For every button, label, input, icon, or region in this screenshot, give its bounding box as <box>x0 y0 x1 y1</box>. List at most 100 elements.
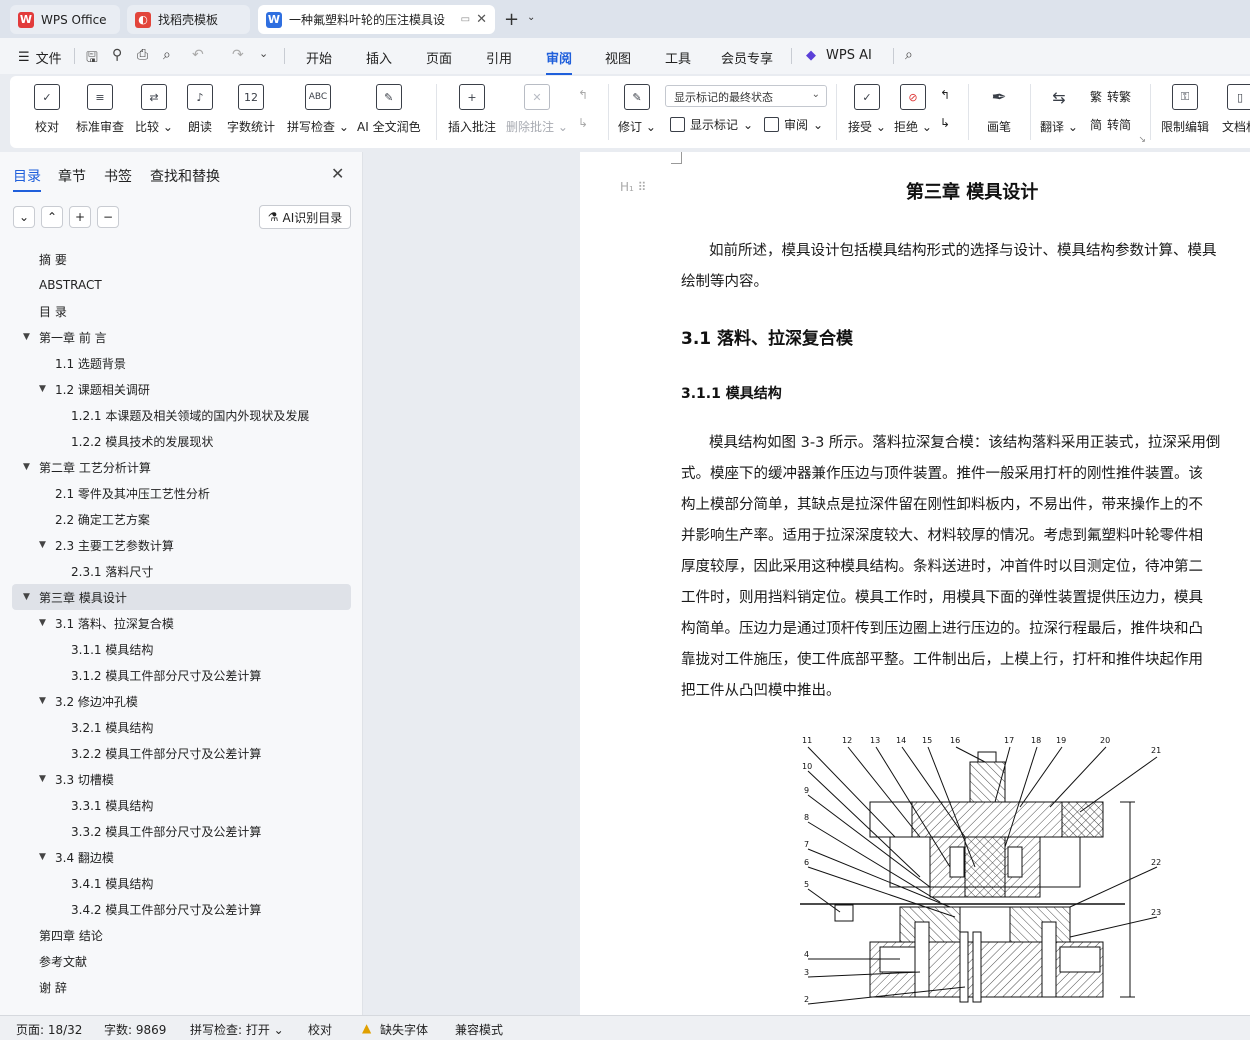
expand-toggle-icon[interactable]: ▼ <box>39 618 46 628</box>
undo-icon[interactable]: ↶ <box>192 47 204 63</box>
expand-all-button[interactable]: ⌄ <box>13 206 35 228</box>
toc-item[interactable]: ▼ 3.4 翻边模 <box>12 844 351 870</box>
toc-item[interactable]: 3.3.1 模具结构 <box>12 792 351 818</box>
expand-toggle-icon[interactable]: ▼ <box>39 540 46 550</box>
toc-item[interactable]: 2.3.1 落料尺寸 <box>12 558 351 584</box>
toc-item[interactable]: ▼ 1.2 课题相关调研 <box>12 376 351 402</box>
expand-toggle-icon[interactable]: ▼ <box>23 592 30 602</box>
page-indicator[interactable]: 页面: 18/32 <box>16 1021 82 1038</box>
toc-item[interactable]: ▼ 3.3 切槽模 <box>12 766 351 792</box>
toc-item[interactable]: 摘 要 <box>12 246 351 272</box>
translate-button[interactable]: ⇆ 翻译 ⌄ <box>1040 84 1078 135</box>
review-pane-button[interactable]: 审阅 ⌄ <box>764 116 823 133</box>
toc-item[interactable]: ▼ 3.2 修边冲孔模 <box>12 688 351 714</box>
tab-member[interactable]: 会员专享 <box>721 48 773 67</box>
prev-change-icon[interactable]: ↰ <box>940 88 950 102</box>
add-heading-button[interactable]: + <box>69 206 91 228</box>
prev-comment-icon[interactable]: ↰ <box>578 88 588 102</box>
document-page[interactable]: H₁ ⠿ 第三章 模具设计 如前所述，模具设计包括模具结构形式的选择与设计、模具… <box>580 152 1250 1015</box>
expand-toggle-icon[interactable]: ▼ <box>23 462 30 472</box>
collapse-all-button[interactable]: ⌃ <box>41 206 63 228</box>
toc-item[interactable]: 2.1 零件及其冲压工艺性分析 <box>12 480 351 506</box>
tab-view[interactable]: 视图 <box>605 48 631 67</box>
to-traditional-button[interactable]: 繁 转繁 <box>1090 88 1131 105</box>
toc-item[interactable]: 参考文献 <box>12 948 351 974</box>
chevron-down-icon[interactable]: ⌄ <box>259 47 268 60</box>
toc-item[interactable]: 3.4.2 模具工件部分尺寸及公差计算 <box>12 896 351 922</box>
expand-toggle-icon[interactable]: ▼ <box>39 774 46 784</box>
tab-document[interactable]: W 一种氟塑料叶轮的压注模具设 ▭ ✕ <box>258 5 495 34</box>
tab-home[interactable]: 开始 <box>306 48 332 67</box>
redo-icon[interactable]: ↷ <box>232 47 244 63</box>
proofread-indicator[interactable]: 校对 <box>308 1021 332 1038</box>
toc-item[interactable]: ▼ 第一章 前 言 <box>12 324 351 350</box>
heading-handle-icon[interactable]: H₁ ⠿ <box>620 180 646 194</box>
print-icon[interactable]: ⎙ <box>137 47 148 63</box>
new-tab-icon[interactable]: + <box>504 9 519 30</box>
expand-toggle-icon[interactable]: ▼ <box>39 696 46 706</box>
print-preview-icon[interactable]: ⌕ <box>163 47 171 63</box>
expand-corner-icon[interactable]: ↘ <box>1138 135 1146 145</box>
close-tab-icon[interactable]: ✕ <box>476 12 487 27</box>
show-markup-button[interactable]: 显示标记 ⌄ <box>670 116 753 133</box>
search-icon[interactable]: ⌕ <box>905 47 913 63</box>
ai-recognize-toc-button[interactable]: ⚗ AI识别目录 <box>259 205 351 229</box>
tab-page[interactable]: 页面 <box>426 48 452 67</box>
next-comment-icon[interactable]: ↳ <box>578 116 588 130</box>
close-icon[interactable]: ✕ <box>331 164 344 183</box>
toc-item[interactable]: ▼ 2.3 主要工艺参数计算 <box>12 532 351 558</box>
doc-permission-button[interactable]: ▯ 文档权 <box>1222 84 1250 135</box>
nav-tab-bookmarks[interactable]: 书签 <box>104 166 132 186</box>
spell-check-indicator[interactable]: 拼写检查: 打开 ⌄ <box>190 1021 284 1038</box>
tab-review[interactable]: 审阅 <box>546 48 573 75</box>
toc-item[interactable]: 第四章 结论 <box>12 922 351 948</box>
toc-item[interactable]: 3.4.1 模具结构 <box>12 870 351 896</box>
monitor-icon[interactable]: ▭ <box>461 14 470 25</box>
word-count-indicator[interactable]: 字数: 9869 <box>104 1021 166 1038</box>
link-icon[interactable]: ⚲ <box>112 47 122 63</box>
toc-item[interactable]: 谢 辞 <box>12 974 351 1000</box>
toc-item[interactable]: 2.2 确定工艺方案 <box>12 506 351 532</box>
to-simplified-button[interactable]: 简 转简 <box>1090 116 1131 133</box>
toc-item[interactable]: 3.2.2 模具工件部分尺寸及公差计算 <box>12 740 351 766</box>
nav-tab-toc[interactable]: 目录 <box>13 166 41 192</box>
delete-comment-button[interactable]: ✕ 删除批注 ⌄ <box>506 84 568 135</box>
ink-button[interactable]: ✒ 画笔 <box>986 84 1012 135</box>
toc-item[interactable]: ▼ 第三章 模具设计 <box>12 584 351 610</box>
restrict-edit-button[interactable]: ⚿ 限制编辑 <box>1161 84 1209 135</box>
read-aloud-button[interactable]: ♪ 朗读 <box>187 84 213 135</box>
nav-tab-sections[interactable]: 章节 <box>58 166 86 186</box>
spell-check-button[interactable]: ABC 拼写检查 ⌄ <box>287 84 349 135</box>
toc-item[interactable]: ▼ 第二章 工艺分析计算 <box>12 454 351 480</box>
save-icon[interactable]: 🖫 <box>86 47 98 71</box>
toc-item[interactable]: 1.2.2 模具技术的发展现状 <box>12 428 351 454</box>
tab-references[interactable]: 引用 <box>486 48 512 67</box>
remove-heading-button[interactable]: − <box>97 206 119 228</box>
tab-tools[interactable]: 工具 <box>665 48 691 67</box>
compare-button[interactable]: ⇄ 比较 ⌄ <box>135 84 173 135</box>
file-menu[interactable]: ☰ 文件 <box>18 48 62 67</box>
reject-button[interactable]: ⊘ 拒绝 ⌄ <box>894 84 932 135</box>
missing-font-indicator[interactable]: 缺失字体 <box>380 1021 428 1038</box>
toc-item[interactable]: 3.1.2 模具工件部分尺寸及公差计算 <box>12 662 351 688</box>
toc-item[interactable]: 1.1 选题背景 <box>12 350 351 376</box>
tab-wps-office[interactable]: W WPS Office <box>10 5 120 34</box>
accept-button[interactable]: ✓ 接受 ⌄ <box>848 84 886 135</box>
expand-toggle-icon[interactable]: ▼ <box>39 852 46 862</box>
toc-item[interactable]: 1.2.1 本课题及相关领域的国内外现状及发展 <box>12 402 351 428</box>
chevron-down-icon[interactable]: ⌄ <box>527 12 535 23</box>
markup-mode-select[interactable]: 显示标记的最终状态 ⌄ <box>665 85 827 107</box>
tab-template[interactable]: ◐ 找稻壳模板 <box>127 5 250 34</box>
proofread-button[interactable]: ✓ 校对 <box>34 84 60 135</box>
toc-item[interactable]: ABSTRACT <box>12 272 351 298</box>
nav-tab-find-replace[interactable]: 查找和替换 <box>150 166 220 186</box>
expand-toggle-icon[interactable]: ▼ <box>39 384 46 394</box>
insert-comment-button[interactable]: + 插入批注 <box>448 84 496 135</box>
toc-item[interactable]: 3.1.1 模具结构 <box>12 636 351 662</box>
toc-item[interactable]: 3.2.1 模具结构 <box>12 714 351 740</box>
toc-item[interactable]: 3.3.2 模具工件部分尺寸及公差计算 <box>12 818 351 844</box>
toc-item[interactable]: ▼ 3.1 落料、拉深复合模 <box>12 610 351 636</box>
word-count-button[interactable]: 12 字数统计 <box>227 84 275 135</box>
standard-review-button[interactable]: ≡ 标准审查 <box>76 84 124 135</box>
tab-insert[interactable]: 插入 <box>366 48 392 67</box>
